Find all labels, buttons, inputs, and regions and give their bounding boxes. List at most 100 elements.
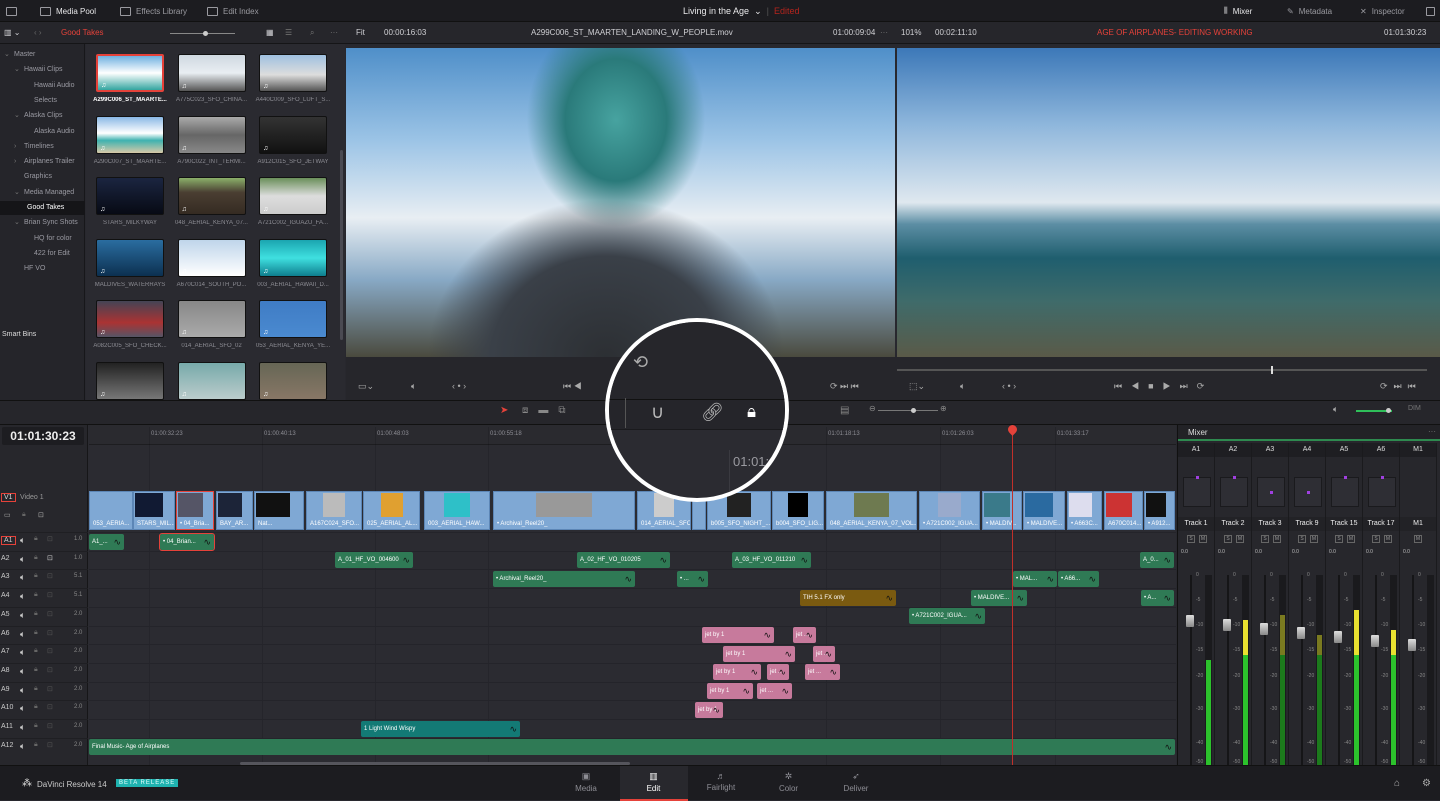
chevron-down-icon[interactable]: ⌄ [14, 63, 24, 77]
program-scrubber[interactable] [897, 366, 1427, 374]
video-clip[interactable]: • A912... [1144, 491, 1175, 530]
video-clip[interactable]: b004_SFO_LIG... [772, 491, 824, 530]
track-id[interactable]: A12 [1, 742, 13, 749]
bin-item[interactable]: ⌄ Hawaii Clips [14, 63, 63, 77]
effects-library-button[interactable]: Effects Library [120, 0, 187, 22]
page-tab-deliver[interactable]: ➶ Deliver [822, 766, 890, 801]
page-tab-color[interactable]: ✲ Color [755, 766, 823, 801]
solo-button[interactable]: S [1224, 535, 1232, 543]
track-visibility-icon[interactable]: ▭ [4, 511, 11, 519]
bin-item[interactable]: ⌄ Media Managed [14, 186, 74, 200]
chevron-down-icon[interactable]: ⌄ [14, 216, 24, 230]
bin-item[interactable]: Hawaii Audio [24, 79, 74, 93]
list-view-icon[interactable]: ☰ [285, 22, 292, 44]
bin-item[interactable]: ⌄ Brian Sync Shots [14, 216, 78, 230]
auto-select-icon[interactable]: ⊡ [47, 647, 53, 655]
track-id[interactable]: A4 [1, 592, 10, 599]
auto-select-icon[interactable]: ⊡ [47, 629, 53, 637]
clip-thumbnail[interactable]: ♫ [259, 115, 327, 154]
audio-clip[interactable]: A_01_HF_VO_004600 ∿ [335, 552, 413, 569]
loop-icon[interactable]: ⟲ [633, 352, 648, 373]
track-id[interactable]: A3 [1, 573, 10, 580]
project-title[interactable]: Living in the Age ⌄ | Edited [683, 0, 799, 22]
solo-button[interactable]: S [1298, 535, 1306, 543]
fader-handle[interactable] [1223, 619, 1231, 631]
clip-thumbnail[interactable]: ♫ [96, 362, 164, 400]
lock-icon[interactable]: 🔒︎ [34, 572, 38, 580]
mute-button[interactable]: M [1414, 535, 1422, 543]
video-clip[interactable]: 003_AERIAL_HAW... [424, 491, 490, 530]
lock-icon[interactable]: 🔒︎ [34, 629, 38, 637]
clip-thumbnail[interactable]: ♫ [177, 238, 246, 277]
video-clip[interactable]: • MALDIV... [982, 491, 1022, 530]
clip-thumbnail[interactable]: ♫ [259, 177, 327, 216]
settings-gear-icon[interactable]: ⚙ [1422, 778, 1431, 789]
mute-button[interactable]: M [1310, 535, 1318, 543]
mute-button[interactable]: M [1347, 535, 1355, 543]
search-icon[interactable]: ⌕ [310, 22, 314, 44]
lock-icon[interactable]: 🔒︎ [34, 554, 38, 562]
track-id[interactable]: V1 [1, 493, 16, 502]
inspector-button[interactable]: ✕ Inspector [1360, 0, 1405, 22]
video-clip[interactable]: • MALDIVE... [1023, 491, 1065, 530]
speaker-icon[interactable]: 🔈︎ [20, 591, 25, 602]
page-tab-edit[interactable]: ▥ Edit [619, 766, 688, 801]
audio-clip[interactable]: • A66... ∿ [1058, 570, 1099, 587]
video-clip[interactable]: 048_AERIAL_KENYA_07_VOL... [826, 491, 917, 530]
clip-thumbnail[interactable]: ♫ [259, 362, 327, 400]
trim-tools-icon[interactable]: ⧈▬⧉ [522, 405, 576, 416]
solo-button[interactable]: S [1372, 535, 1380, 543]
track-id[interactable]: A10 [1, 704, 13, 711]
auto-select-icon[interactable]: ⊡ [47, 685, 53, 693]
clip-thumbnail[interactable]: ♫ [177, 300, 246, 339]
solo-button[interactable]: S [1187, 535, 1195, 543]
video-clip[interactable]: BAY_AR... [216, 491, 253, 530]
mute-button[interactable]: M [1236, 535, 1244, 543]
scrubber-handle[interactable] [1271, 366, 1273, 374]
zoom-out-icon[interactable]: ⊖ [869, 404, 876, 413]
speaker-icon[interactable]: 🔈︎ [20, 572, 25, 583]
dim-button[interactable]: DIM [1408, 405, 1421, 412]
track-id[interactable]: A5 [1, 611, 10, 618]
lock-icon[interactable]: 🔒︎ [34, 741, 38, 749]
bin-item[interactable]: HF VO [14, 262, 45, 276]
selection-tool-icon[interactable]: ➤ [500, 405, 508, 416]
audio-clip[interactable]: jet by 1 ∿ [713, 664, 761, 681]
audio-clip[interactable]: TIH 5.1 FX only ∿ [800, 589, 896, 606]
timeline-volume-icon[interactable]: 🔈︎ [1333, 404, 1338, 415]
auto-select-icon[interactable]: ⊡ [47, 535, 53, 543]
auto-select-icon[interactable]: ⊡ [38, 511, 44, 519]
lock-icon[interactable]: 🔒︎ [34, 722, 38, 730]
bin-item[interactable]: › Timelines [14, 140, 54, 154]
track-id[interactable]: A11 [1, 723, 13, 730]
lock-icon[interactable]: 🔒︎ [34, 685, 38, 693]
position-lock-icon[interactable]: 🔒︎ [747, 402, 756, 422]
audio-clip[interactable]: • ... ∿ [677, 570, 708, 587]
bin-item[interactable]: HQ for color [24, 232, 72, 246]
clip-thumbnail[interactable]: ♫ [96, 238, 164, 277]
auto-select-icon[interactable]: ⊡ [47, 591, 53, 599]
audio-clip[interactable]: jet ... ∿ [767, 664, 789, 681]
chevron-down-icon[interactable]: ⌄ [14, 186, 24, 200]
audio-clip[interactable]: • MAL... ∿ [1013, 570, 1057, 587]
workspace-menu-button[interactable] [6, 0, 17, 22]
auto-select-icon[interactable]: ⊡ [47, 572, 53, 580]
playhead[interactable] [1006, 423, 1019, 765]
media-pool-button[interactable]: Media Pool [40, 0, 96, 22]
video-clip[interactable]: • A663C... [1067, 491, 1102, 530]
page-tab-media[interactable]: ▣ Media [552, 766, 620, 801]
solo-button[interactable]: S [1261, 535, 1269, 543]
chevron-right-icon[interactable]: › [14, 140, 24, 154]
auto-select-icon[interactable]: ⊡ [47, 610, 53, 618]
chevron-down-icon[interactable]: ⌄ [4, 48, 14, 62]
audio-clip[interactable]: jet ... ∿ [793, 627, 816, 643]
audio-clip[interactable]: jet by 1 ∿ [695, 701, 723, 718]
fader-handle[interactable] [1260, 623, 1268, 635]
audio-clip[interactable]: jet ... ∿ [757, 683, 792, 700]
bin-item[interactable]: ⌄ Master [4, 48, 35, 62]
pan-control[interactable] [1331, 476, 1359, 507]
mixer-button[interactable]: ⫼ Mixer [1224, 0, 1252, 22]
back-forward-icon[interactable]: ‹ › [34, 22, 42, 44]
source-zoom-select[interactable]: Fit [356, 22, 365, 44]
lock-icon[interactable]: 🔒︎ [34, 535, 38, 543]
